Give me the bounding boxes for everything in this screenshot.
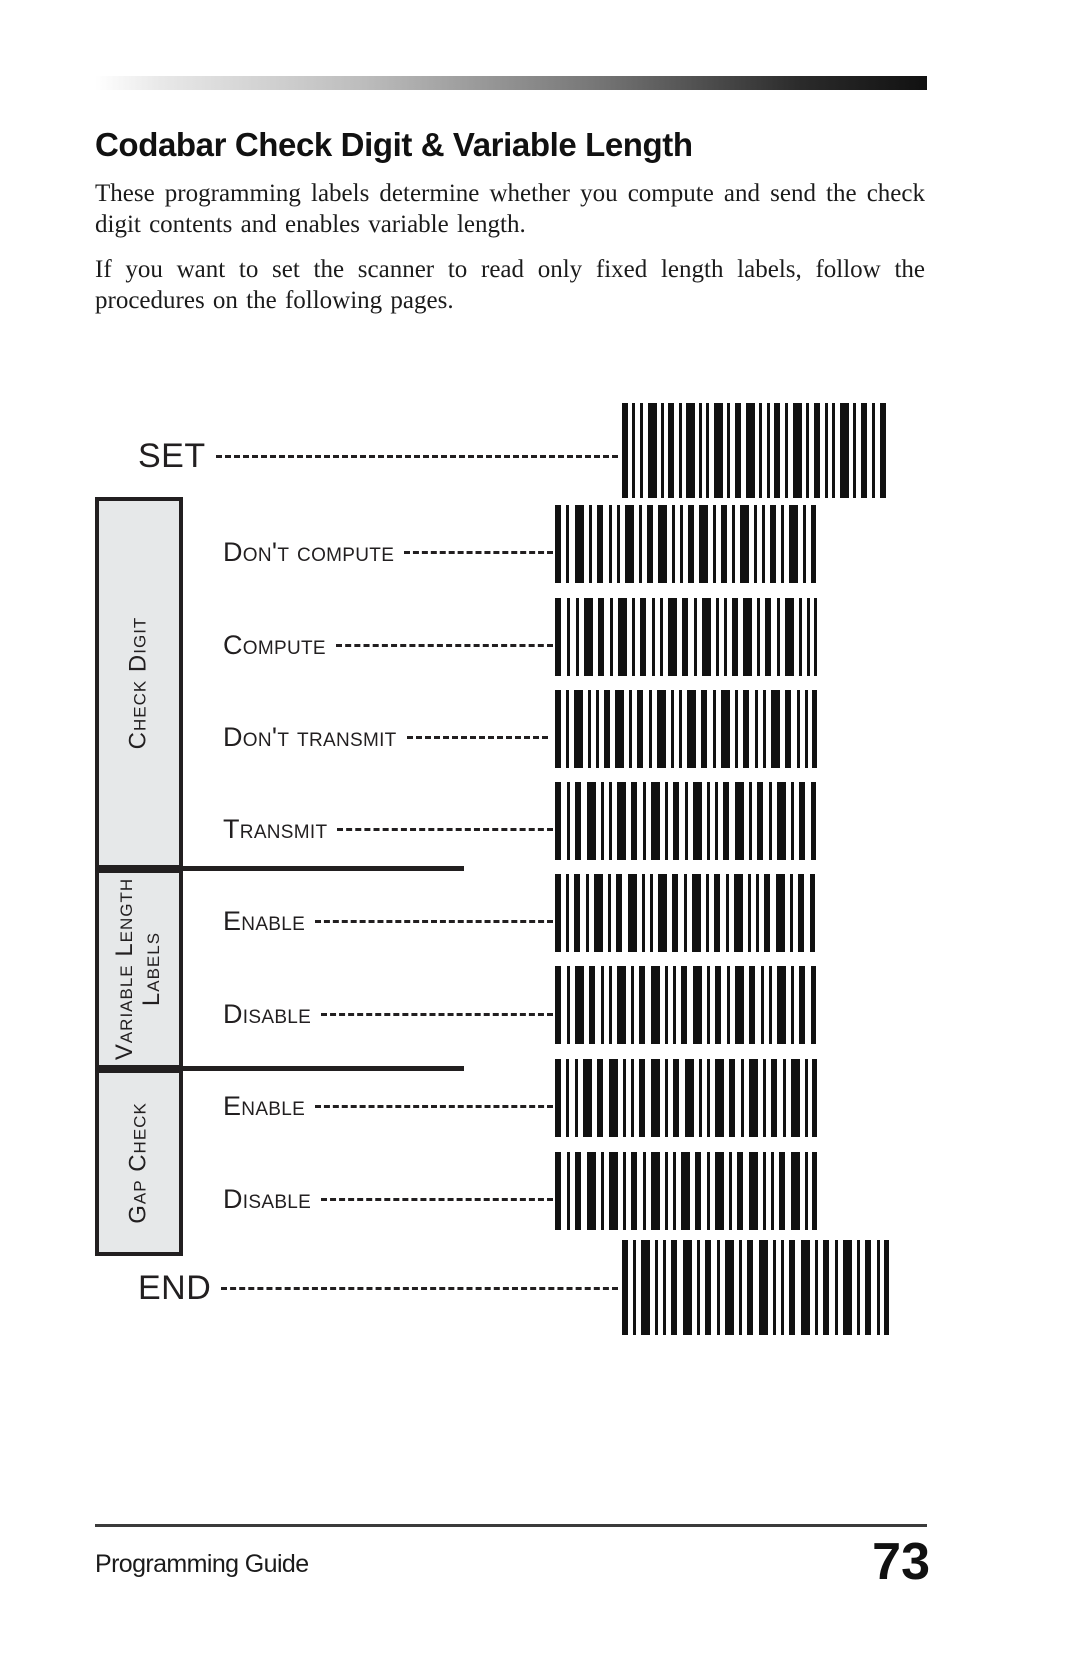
barcode-variable-enable[interactable] (553, 874, 818, 952)
leader-line (221, 1286, 618, 1290)
section-divider-2 (176, 1066, 464, 1071)
option-row-dont-compute: Don't compute (223, 535, 553, 569)
programming-barcode-panel: SET Check Digit Variable Length Labels G… (0, 0, 1080, 1669)
leader-line (315, 1104, 553, 1108)
barcode-set[interactable] (620, 403, 890, 498)
option-label: Compute (223, 629, 326, 660)
option-row-transmit: Transmit (223, 812, 553, 846)
option-label: Disable (223, 1183, 312, 1214)
option-label: Transmit (223, 813, 328, 844)
option-label: Don't compute (223, 536, 395, 567)
barcode-dont-transmit[interactable] (553, 690, 818, 768)
leader-line (337, 827, 553, 831)
footer-divider (95, 1524, 927, 1527)
option-row-gap-enable: Enable (223, 1089, 553, 1123)
barcode-gap-disable[interactable] (553, 1152, 818, 1230)
document-page: Codabar Check Digit & Variable Length Th… (0, 0, 1080, 1669)
leader-line (321, 1012, 553, 1016)
set-label: SET (138, 436, 206, 475)
leader-line (315, 919, 553, 923)
leader-line (215, 454, 618, 458)
option-row-dont-transmit: Don't transmit (223, 720, 548, 754)
category-label-gap-check: Gap Check (124, 1101, 152, 1224)
option-row-gap-disable: Disable (223, 1182, 553, 1216)
barcode-variable-disable[interactable] (553, 966, 818, 1044)
option-row-variable-disable: Disable (223, 997, 553, 1031)
barcode-end[interactable] (620, 1240, 890, 1335)
option-label: Enable (223, 905, 306, 936)
barcode-transmit[interactable] (553, 782, 818, 860)
section-divider-1 (176, 866, 464, 871)
barcode-dont-compute[interactable] (553, 505, 818, 583)
option-row-compute: Compute (223, 628, 553, 662)
barcode-gap-enable[interactable] (553, 1059, 818, 1137)
category-label-variable-length-labels: Variable Length Labels (111, 877, 165, 1061)
end-row: END (138, 1268, 618, 1308)
option-label: Don't transmit (223, 721, 397, 752)
barcode-compute[interactable] (553, 598, 818, 676)
end-label: END (138, 1268, 212, 1307)
leader-line (404, 550, 553, 554)
leader-line (335, 643, 553, 647)
footer-page-number: 73 (872, 1533, 930, 1591)
category-label-check-digit: Check Digit (124, 616, 152, 750)
option-row-variable-enable: Enable (223, 904, 553, 938)
footer-guide-title: Programming Guide (95, 1550, 309, 1578)
leader-line (406, 735, 548, 739)
option-label: Disable (223, 998, 312, 1029)
leader-line (321, 1197, 553, 1201)
category-box-variable-length-labels: Variable Length Labels (95, 869, 183, 1069)
set-row: SET (138, 436, 618, 476)
option-label: Enable (223, 1090, 306, 1121)
category-box-check-digit: Check Digit (95, 497, 183, 869)
category-box-gap-check: Gap Check (95, 1069, 183, 1256)
